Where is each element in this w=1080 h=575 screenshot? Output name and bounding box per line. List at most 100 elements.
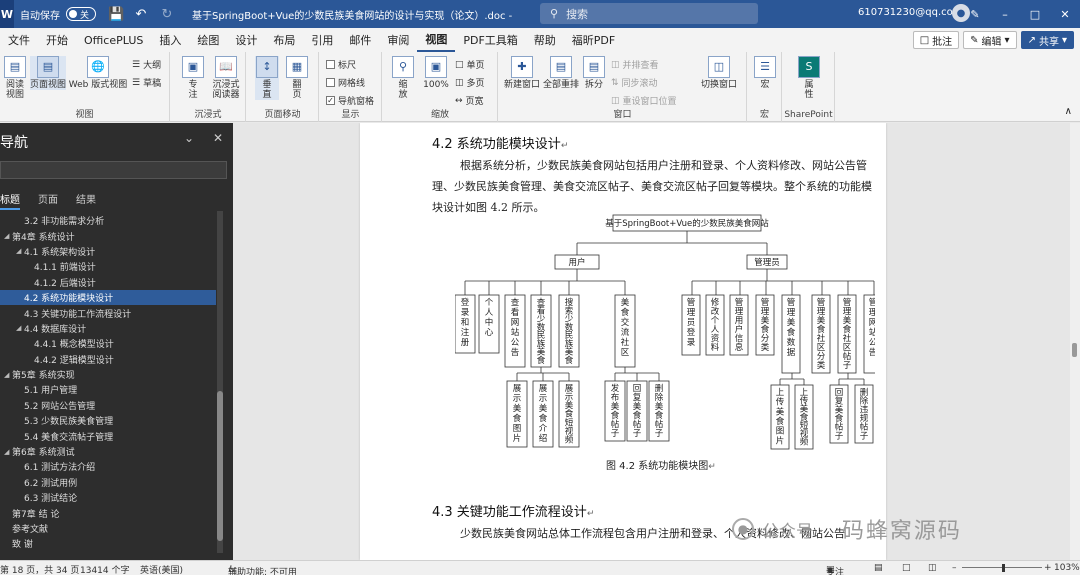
read-mode-status-icon[interactable]: ▤ — [874, 563, 883, 573]
paragraph-module-design[interactable]: 根据系统分析，少数民族美食网站包括用户注册和登录、个人资料修改、网站公告管理、少… — [432, 155, 880, 218]
pen-icon[interactable]: ✎ — [960, 0, 990, 28]
share-button[interactable]: ↗ 共享 ▾ — [1020, 31, 1074, 49]
menu-draw[interactable]: 绘图 — [189, 28, 227, 52]
vertical-button[interactable]: ↕ 垂 直 — [255, 56, 279, 100]
zoom-slider-thumb[interactable] — [1002, 564, 1005, 572]
read-mode-button[interactable]: ▤ 阅读 视图 — [2, 56, 28, 100]
nav-heading-item[interactable]: ◢ 4.4 数据库设计 — [0, 321, 216, 336]
nav-heading-item[interactable]: 第7章 结 论 — [0, 505, 216, 520]
collapse-ribbon-icon[interactable]: ∧ — [1065, 106, 1072, 117]
draft-button[interactable]: ☰ 草稿 — [132, 76, 161, 90]
save-icon[interactable]: 💾 — [108, 7, 124, 22]
menu-file[interactable]: 文件 — [0, 28, 38, 52]
chevron-down-icon[interactable]: ⌄ — [184, 131, 194, 145]
language-status[interactable]: 英语(美国) — [140, 563, 183, 575]
nav-heading-item[interactable]: 3.2 非功能需求分析 — [0, 213, 216, 228]
page-width-button[interactable]: ↔ 页宽 — [455, 94, 484, 108]
minimize-icon[interactable]: – — [990, 0, 1020, 28]
editing-button[interactable]: ✎ 编辑 ▾ — [963, 31, 1017, 49]
zoom-button[interactable]: ⚲ 缩 放 — [391, 56, 415, 100]
expand-triangle-icon[interactable]: ◢ — [4, 448, 12, 456]
menu-pdf-toolbox[interactable]: PDF工具箱 — [455, 28, 525, 52]
immersive-reader-button[interactable]: 📖 沉浸式 阅读器 — [209, 56, 243, 100]
close-icon[interactable]: ✕ — [213, 131, 223, 145]
nav-heading-item[interactable]: 6.2 测试用例 — [0, 475, 216, 490]
menu-officeplus[interactable]: OfficePLUS — [76, 28, 151, 52]
word-app-icon[interactable]: W — [0, 0, 14, 28]
new-window-button[interactable]: ✚ 新建窗口 — [503, 56, 541, 90]
split-button[interactable]: ▤ 拆分 — [581, 56, 607, 90]
nav-heading-item[interactable]: 5.3 少数民族美食管理 — [0, 413, 216, 428]
navigation-search-input[interactable] — [0, 161, 227, 179]
nav-heading-item[interactable]: 4.4.2 逻辑模型设计 — [0, 352, 216, 367]
one-page-button[interactable]: □ 单页 — [455, 58, 485, 72]
web-layout-status-icon[interactable]: ◫ — [928, 563, 937, 573]
menu-insert[interactable]: 插入 — [151, 28, 189, 52]
side-to-side-button[interactable]: ▦ 翻 页 — [285, 56, 309, 100]
expand-triangle-icon[interactable]: ◢ — [4, 232, 12, 240]
zoom-level[interactable]: 103% — [1054, 563, 1080, 573]
nav-heading-item[interactable]: 4.1.1 前端设计 — [0, 259, 216, 274]
scrollbar-thumb[interactable] — [1072, 343, 1077, 357]
word-count[interactable]: 13414 个字 — [80, 563, 130, 575]
menu-home[interactable]: 开始 — [38, 28, 76, 52]
maximize-icon[interactable]: □ — [1020, 0, 1050, 28]
nav-heading-item[interactable]: 4.4.1 概念模型设计 — [0, 336, 216, 351]
undo-icon[interactable]: ↶ — [134, 7, 148, 22]
zoom-out-icon[interactable]: – — [952, 563, 957, 573]
web-layout-button[interactable]: 🌐 Web 版式视图 — [68, 56, 128, 90]
menu-references[interactable]: 引用 — [303, 28, 341, 52]
document-scrollbar[interactable] — [1070, 123, 1080, 560]
sync-scrolling-button[interactable]: ⇅ 同步滚动 — [611, 76, 658, 90]
navigation-pane-checkbox[interactable]: ✓ 导航窗格 — [326, 94, 374, 107]
comments-button[interactable]: □ 批注 — [912, 31, 960, 49]
zoom-100-button[interactable]: ▣ 100% — [421, 56, 451, 90]
expand-triangle-icon[interactable]: ◢ — [4, 371, 12, 379]
navigation-scrollbar[interactable] — [217, 211, 223, 553]
autosave-toggle[interactable]: 关 — [66, 7, 96, 21]
print-layout-button[interactable]: ▤ 页面视图 — [30, 56, 66, 90]
nav-heading-item[interactable]: ◢ 第6章 系统测试 — [0, 444, 216, 459]
zoom-in-icon[interactable]: + — [1044, 563, 1052, 573]
menu-help[interactable]: 帮助 — [526, 28, 564, 52]
print-layout-status-icon[interactable]: □ — [902, 563, 911, 573]
nav-heading-item[interactable]: 5.4 美食交流帖子管理 — [0, 428, 216, 443]
expand-triangle-icon[interactable]: ◢ — [16, 324, 24, 332]
nav-heading-item[interactable]: 5.1 用户管理 — [0, 382, 216, 397]
tab-headings[interactable]: 标题 — [0, 191, 20, 210]
user-email[interactable]: 610731230@qq.com — [858, 7, 963, 18]
gridlines-checkbox[interactable]: 网格线 — [326, 76, 365, 89]
scrollbar-thumb[interactable] — [217, 391, 223, 541]
nav-heading-item[interactable]: ◢ 第5章 系统实现 — [0, 367, 216, 382]
focus-button[interactable]: ▣ 专 注 — [182, 56, 204, 100]
reset-window-position-button[interactable]: ◫ 重设窗口位置 — [611, 94, 677, 108]
close-icon[interactable]: ✕ — [1050, 0, 1080, 28]
tab-pages[interactable]: 页面 — [38, 191, 58, 210]
heading-4-3[interactable]: 4.3 关键功能工作流程设计↵ — [432, 501, 594, 520]
page-count[interactable]: 第 18 页，共 34 页 — [0, 563, 79, 575]
ruler-checkbox[interactable]: 标尺 — [326, 58, 356, 71]
macros-button[interactable]: ☰ 宏 — [753, 56, 777, 90]
nav-heading-item[interactable]: 参考文献 — [0, 521, 216, 536]
nav-heading-item[interactable]: 5.2 网站公告管理 — [0, 398, 216, 413]
tab-results[interactable]: 结果 — [76, 191, 96, 210]
menu-layout[interactable]: 布局 — [265, 28, 303, 52]
nav-heading-item[interactable]: 6.1 测试方法介绍 — [0, 459, 216, 474]
nav-heading-item[interactable]: 4.1.2 后端设计 — [0, 275, 216, 290]
menu-foxit-pdf[interactable]: 福昕PDF — [564, 28, 623, 52]
search-box[interactable]: ⚲ 搜索 — [540, 3, 758, 24]
view-side-by-side-button[interactable]: ◫ 并排查看 — [611, 58, 659, 72]
nav-heading-item[interactable]: 6.3 测试结论 — [0, 490, 216, 505]
redo-icon[interactable]: ↻ — [160, 7, 174, 22]
menu-mailings[interactable]: 邮件 — [341, 28, 379, 52]
outline-button[interactable]: ☰ 大纲 — [132, 58, 161, 72]
nav-heading-item[interactable]: 4.3 关键功能工作流程设计 — [0, 305, 216, 320]
multiple-pages-button[interactable]: ◫ 多页 — [455, 76, 485, 90]
nav-heading-item[interactable]: 4.2 系统功能模块设计 — [0, 289, 216, 306]
nav-heading-item[interactable]: ◢ 第4章 系统设计 — [0, 228, 216, 243]
expand-triangle-icon[interactable]: ◢ — [16, 247, 24, 255]
menu-design[interactable]: 设计 — [227, 28, 265, 52]
heading-4-2[interactable]: 4.2 系统功能模块设计↵ — [432, 133, 568, 152]
menu-review[interactable]: 审阅 — [379, 28, 417, 52]
switch-windows-button[interactable]: ◫ 切换窗口 — [699, 56, 739, 90]
